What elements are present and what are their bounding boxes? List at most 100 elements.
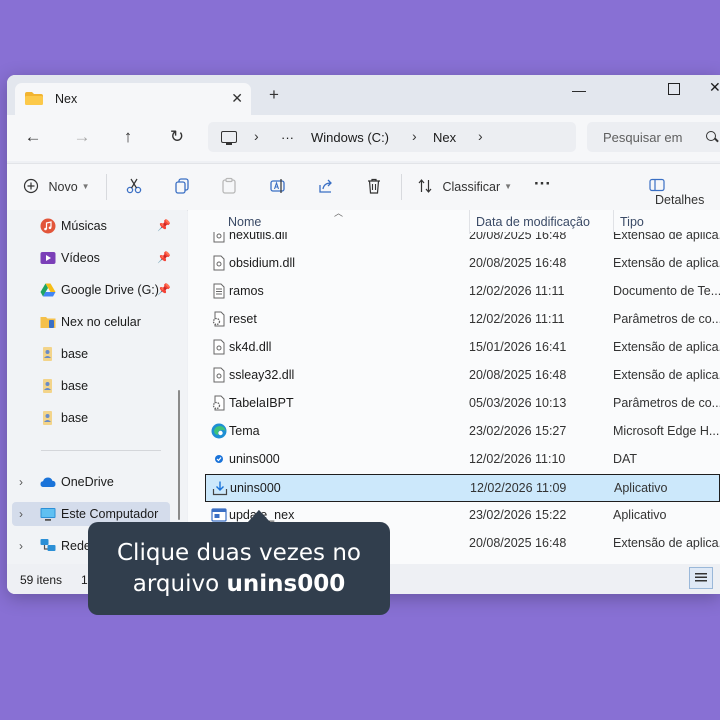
new-button[interactable]: Novo ▼	[23, 178, 90, 194]
divider	[41, 450, 161, 451]
title-bar: Nex ✕ + — ✕	[7, 75, 720, 115]
file-date: 20/08/2025 16:48	[469, 256, 567, 270]
back-arrow-icon[interactable]: ←	[23, 127, 43, 147]
file-type: Parâmetros de co...	[613, 396, 720, 410]
folder-icon	[43, 411, 52, 425]
chevron-right-icon[interactable]: ›	[19, 539, 23, 553]
delete-button[interactable]	[365, 177, 383, 195]
file-row[interactable]: unins000 12/02/2026 11:10 DAT	[205, 446, 720, 472]
folder-icon	[25, 92, 43, 105]
file-explorer-window: Nex ✕ + — ✕ ← → ↑ ↻ › ··· Windows (C:) ›…	[7, 75, 720, 594]
details-pane-button[interactable]: Detalhes	[649, 178, 720, 207]
chevron-right-icon[interactable]: ›	[19, 475, 23, 489]
file-name: sk4d.dll	[229, 340, 272, 354]
paste-icon	[222, 177, 236, 194]
new-tab-button[interactable]: +	[269, 85, 279, 105]
sidebar-item-label: Google Drive (G:)	[61, 283, 159, 297]
file-type: Aplicativo	[614, 481, 668, 495]
sidebar-item-musicas[interactable]: Músicas 📌	[7, 214, 187, 238]
dll-file-icon	[213, 367, 225, 383]
sidebar-item-label: base	[61, 347, 89, 361]
file-date: 12/02/2026 11:10	[469, 452, 566, 466]
chevron-right-icon[interactable]: ›	[19, 507, 23, 521]
sort-button[interactable]: Classificar ▼	[417, 178, 512, 194]
dat-file-icon	[215, 455, 223, 463]
column-name[interactable]: Nome	[228, 215, 261, 229]
minimize-icon[interactable]: —	[572, 82, 586, 98]
file-date: 15/01/2026 16:41	[469, 340, 567, 354]
sidebar-item-label: Este Computador	[61, 507, 159, 521]
details-view-icon[interactable]	[689, 567, 713, 589]
computer-icon	[221, 131, 237, 145]
file-type: Extensão de aplica...	[613, 368, 720, 382]
maximize-icon[interactable]	[668, 83, 680, 95]
file-date: 12/02/2026 11:09	[470, 481, 567, 495]
forward-arrow-icon[interactable]: →	[72, 127, 92, 147]
file-row[interactable]: ssleay32.dll 20/08/2025 16:48 Extensão d…	[205, 362, 720, 388]
sidebar-item-label: base	[61, 411, 89, 425]
sidebar-item-base[interactable]: base	[7, 342, 187, 366]
rename-button[interactable]	[269, 177, 287, 195]
sidebar-item-onedrive[interactable]: › OneDrive	[7, 470, 187, 494]
column-divider[interactable]	[469, 210, 470, 234]
details-label: Detalhes	[655, 193, 705, 207]
command-bar: Novo ▼ Classificar ▼ ··· Detalhes	[7, 163, 720, 211]
dll-file-icon	[213, 339, 225, 355]
selection-count: 1	[81, 573, 88, 587]
share-icon	[319, 179, 332, 193]
file-type: Documento de Te...	[613, 284, 720, 298]
address-bar[interactable]: › ··· Windows (C:) › Nex ›	[208, 122, 576, 152]
chevron-right-icon: ›	[412, 128, 417, 144]
more-options-button[interactable]: ···	[534, 174, 551, 194]
share-button[interactable]	[317, 177, 335, 195]
file-row[interactable]: sk4d.dll 15/01/2026 16:41 Extensão de ap…	[205, 334, 720, 360]
column-type[interactable]: Tipo	[620, 215, 644, 229]
file-row-selected[interactable]: unins000 12/02/2026 11:09 Aplicativo	[205, 474, 720, 502]
refresh-icon[interactable]: ↻	[167, 127, 187, 147]
search-input[interactable]: Pesquisar em	[587, 122, 720, 152]
file-row[interactable]: TabelaIBPT 05/03/2026 10:13 Parâmetros d…	[205, 390, 720, 416]
file-name: TabelaIBPT	[229, 396, 294, 410]
details-pane-icon	[649, 178, 665, 192]
file-date: 05/03/2026 10:13	[469, 396, 567, 410]
column-date[interactable]: Data de modificação	[476, 215, 590, 229]
tab-nex[interactable]: Nex ✕	[15, 83, 251, 115]
file-row[interactable]: Tema 23/02/2026 15:27 Microsoft Edge H..…	[205, 418, 720, 444]
file-row[interactable]: ramos 12/02/2026 11:11 Documento de Te..…	[205, 278, 720, 304]
navigation-pane: Músicas 📌 Vídeos 📌 Google Drive (G:) 📌 N…	[7, 210, 187, 564]
file-type: Extensão de aplica...	[613, 256, 720, 270]
breadcrumb-overflow[interactable]: ···	[281, 130, 294, 145]
file-date: 23/02/2026 15:27	[469, 424, 567, 438]
column-header: ︿ Nome Data de modificação Tipo	[188, 208, 720, 234]
pin-icon: 📌	[157, 252, 171, 264]
breadcrumb-folder[interactable]: Nex	[433, 130, 456, 145]
breadcrumb-drive[interactable]: Windows (C:)	[311, 130, 389, 145]
edge-icon	[211, 423, 227, 439]
copy-button[interactable]	[173, 177, 191, 195]
file-type: Microsoft Edge H...	[613, 424, 720, 438]
sidebar-scrollbar[interactable]	[178, 390, 180, 520]
file-row[interactable]: obsidium.dll 20/08/2025 16:48 Extensão d…	[205, 250, 720, 276]
sidebar-item-google-drive[interactable]: Google Drive (G:) 📌	[7, 278, 187, 302]
window-close-icon[interactable]: ✕	[709, 79, 720, 96]
file-row[interactable]: reset 12/02/2026 11:11 Parâmetros de co.…	[205, 306, 720, 332]
up-arrow-icon[interactable]: ↑	[118, 127, 138, 147]
close-tab-icon[interactable]: ✕	[231, 90, 243, 107]
computer-icon	[40, 508, 56, 521]
sidebar-item-nex-no-celular[interactable]: Nex no celular	[7, 310, 187, 334]
rename-icon	[270, 179, 285, 193]
sidebar-item-label: Músicas	[61, 219, 107, 233]
file-date: 12/02/2026 11:11	[469, 312, 565, 326]
divider	[401, 174, 402, 200]
copy-icon	[175, 178, 189, 194]
item-count: 59 itens	[20, 573, 63, 587]
sidebar-item-base[interactable]: base	[7, 374, 187, 398]
sort-ascending-icon: ︿	[334, 208, 344, 218]
paste-button[interactable]	[220, 177, 238, 195]
cut-button[interactable]	[125, 177, 143, 195]
sidebar-item-base[interactable]: base	[7, 406, 187, 430]
network-icon	[40, 539, 56, 551]
sidebar-item-videos[interactable]: Vídeos 📌	[7, 246, 187, 270]
config-file-icon	[212, 395, 225, 411]
column-divider[interactable]	[613, 210, 614, 234]
